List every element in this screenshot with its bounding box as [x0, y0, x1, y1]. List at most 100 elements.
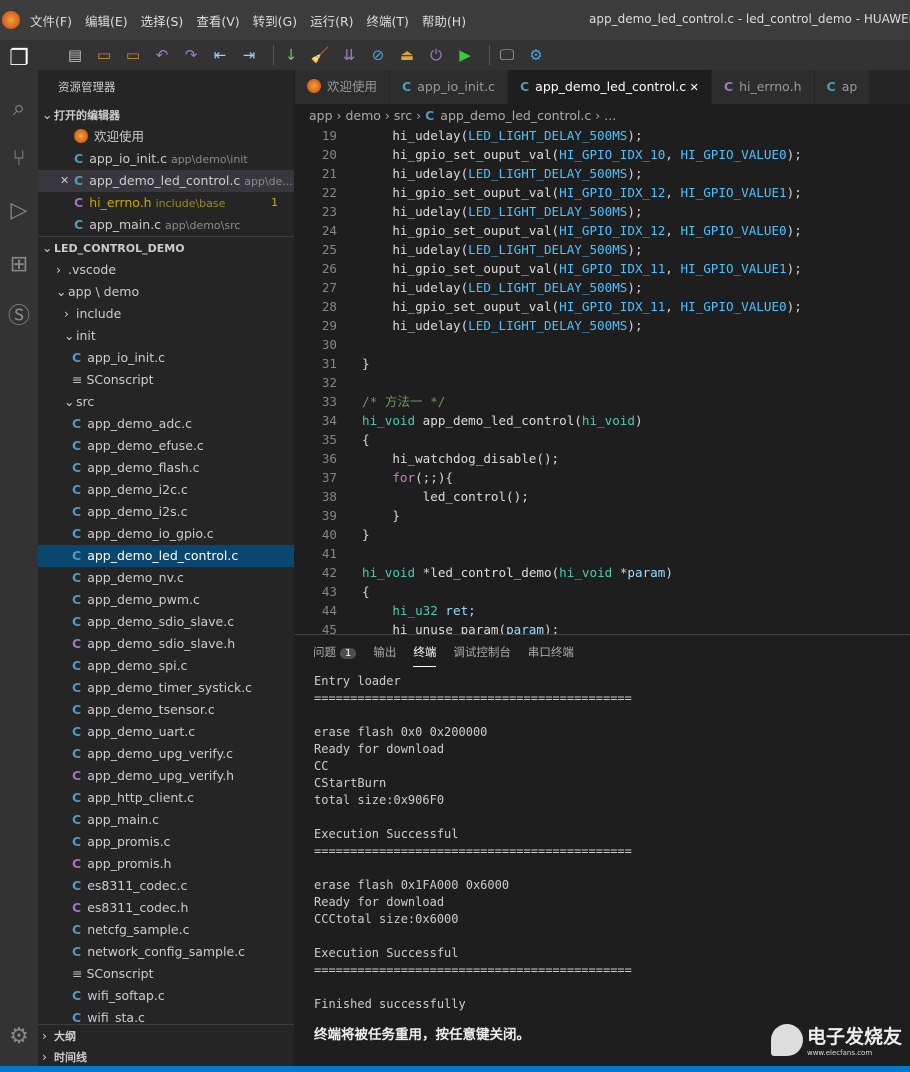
menu-item[interactable]: 运行(R) [310, 11, 353, 30]
extensions-icon[interactable]: ⊞ [4, 250, 34, 280]
close-tab-icon[interactable]: ✕ [686, 81, 699, 94]
tab--[interactable]: 欢迎使用 [295, 70, 391, 104]
export-icon[interactable]: ⇥ [238, 44, 260, 66]
breadcrumb-item[interactable]: app_demo_led_control.c [440, 108, 591, 123]
tree-file[interactable]: Capp_demo_sdio_slave.c [38, 611, 294, 633]
tree-folder[interactable]: ⌄ init [38, 325, 294, 347]
power-icon[interactable]: ⏻ [425, 44, 447, 66]
tree-file[interactable]: Capp_demo_flash.c [38, 457, 294, 479]
tree-folder[interactable]: › include [38, 303, 294, 325]
new-folder-icon[interactable]: ▭ [122, 44, 144, 66]
menu-item[interactable]: 文件(F) [30, 11, 72, 30]
menu-item[interactable]: 编辑(E) [85, 11, 128, 30]
burn-icon[interactable]: ⏏ [396, 44, 418, 66]
new-file-icon[interactable]: ▤ [64, 44, 86, 66]
tree-file[interactable]: Capp_demo_i2c.c [38, 479, 294, 501]
panel-tab[interactable]: 输出 [373, 644, 396, 660]
open-editor-item[interactable]: 欢迎使用 [38, 126, 294, 148]
tree-file[interactable]: Capp_demo_i2s.c [38, 501, 294, 523]
tree-file[interactable]: Capp_main.c [38, 809, 294, 831]
terminal-output[interactable]: Entry loader ============================… [295, 669, 910, 1043]
tree-file[interactable]: Capp_demo_uart.c [38, 721, 294, 743]
open-editor-item[interactable]: Capp_main.c app\demo\src [38, 214, 294, 236]
breadcrumb-item[interactable]: ... [604, 108, 616, 123]
config-gears-icon[interactable]: ⚙ [525, 44, 547, 66]
serial-monitor-icon[interactable]: 🖵 [496, 44, 518, 66]
import-icon[interactable]: ⇤ [209, 44, 231, 66]
tree-folder[interactable]: ⌄ app \ demo [38, 281, 294, 303]
project-header[interactable]: ⌄ LED_CONTROL_DEMO [38, 236, 294, 258]
tree-file[interactable]: Cnetwork_config_sample.c [38, 941, 294, 963]
menu-item[interactable]: 查看(V) [196, 11, 239, 30]
tree-file[interactable]: Capp_demo_pwm.c [38, 589, 294, 611]
tree-file[interactable]: Capp_demo_nv.c [38, 567, 294, 589]
tree-file[interactable]: Capp_http_client.c [38, 787, 294, 809]
tree-folder[interactable]: › .vscode [38, 259, 294, 281]
tab-app-demo-led-control-c[interactable]: Capp_demo_led_control.c ✕ [507, 70, 712, 104]
code-token: HI_GPIO_VALUE0 [680, 299, 787, 314]
open-editors-header[interactable]: ⌄ 打开的编辑器 [38, 104, 294, 126]
line-number: 23 [321, 204, 337, 219]
tab-hi-errno-h[interactable]: Chi_errno.h [711, 70, 815, 104]
menu-item[interactable]: 帮助(H) [422, 11, 466, 30]
clean-icon[interactable]: 🧹 [309, 44, 331, 66]
menu-item[interactable]: 选择(S) [141, 11, 184, 30]
rebuild-icon[interactable]: ⇊ [338, 44, 360, 66]
tree-file[interactable]: Capp_promis.h [38, 853, 294, 875]
code-editor[interactable]: 19 hi_udelay(LED_LIGHT_DELAY_500MS); 20 h… [295, 126, 910, 634]
source-control-icon[interactable]: ⑂ [4, 144, 34, 174]
outline-section[interactable]: › 大纲 [38, 1024, 294, 1046]
redo-icon[interactable]: ↷ [180, 44, 202, 66]
panel-tab[interactable]: 终端 [413, 644, 437, 667]
open-editor-item[interactable]: ✕ Capp_demo_led_control.c app\de... [38, 170, 294, 192]
open-editor-item[interactable]: Capp_io_init.c app\demo\init [38, 148, 294, 170]
tree-file[interactable]: Ces8311_codec.h [38, 897, 294, 919]
terminal-line: CCCtotal size:0x6000 [314, 912, 459, 926]
code-token: } [362, 527, 370, 542]
run-debug-icon[interactable]: ▷ [4, 196, 34, 226]
line-number: 40 [321, 527, 337, 542]
tree-file[interactable]: ≡ SConscript [38, 963, 294, 985]
run-icon[interactable]: ▶ [454, 44, 476, 66]
tab-ap[interactable]: Cap [814, 70, 871, 104]
build-icon[interactable]: ↓ [280, 44, 302, 66]
breadcrumb-item[interactable]: src [394, 108, 412, 123]
tree-folder[interactable]: ⌄ src [38, 391, 294, 413]
tab-app-io-init-c[interactable]: Capp_io_init.c [390, 70, 508, 104]
tree-file[interactable]: ≡ SConscript [38, 369, 294, 391]
menu-item[interactable]: 转到(G) [253, 11, 297, 30]
open-editor-item[interactable]: Chi_errno.h include\base 1 [38, 192, 294, 214]
explorer-icon[interactable]: ❐ [4, 44, 34, 74]
undo-icon[interactable]: ↶ [151, 44, 173, 66]
code-token: * [415, 565, 431, 580]
tree-file[interactable]: Capp_demo_timer_systick.c [38, 677, 294, 699]
tree-file[interactable]: Capp_demo_sdio_slave.h [38, 633, 294, 655]
tree-file[interactable]: Cnetcfg_sample.c [38, 919, 294, 941]
panel-tab[interactable]: 调试控制台 [453, 644, 511, 660]
menu-item[interactable]: 终端(T) [367, 11, 409, 30]
huawei-plugin-icon[interactable]: Ⓢ [4, 302, 34, 332]
settings-gear-icon[interactable]: ⚙ [4, 1022, 34, 1052]
open-folder-icon[interactable]: ▭ [93, 44, 115, 66]
tree-file[interactable]: Cwifi_softap.c [38, 985, 294, 1007]
panel-tab[interactable]: 串口终端 [528, 644, 574, 660]
tree-file[interactable]: Capp_demo_adc.c [38, 413, 294, 435]
code-line: 38 led_control(); [295, 487, 910, 506]
close-icon[interactable]: ✕ [60, 170, 69, 192]
tree-file[interactable]: Ces8311_codec.c [38, 875, 294, 897]
panel-tab[interactable]: 问题 1 [313, 644, 357, 660]
tree-file[interactable]: Capp_demo_tsensor.c [38, 699, 294, 721]
timeline-section[interactable]: › 时间线 [38, 1046, 294, 1068]
tree-file[interactable]: Capp_demo_spi.c [38, 655, 294, 677]
search-icon[interactable]: ⌕ [4, 94, 34, 124]
tree-file[interactable]: Capp_demo_efuse.c [38, 435, 294, 457]
tree-file[interactable]: Capp_promis.c [38, 831, 294, 853]
tree-file[interactable]: Capp_demo_led_control.c [38, 545, 294, 567]
breadcrumb-item[interactable]: app [309, 108, 333, 123]
tree-file[interactable]: Capp_demo_upg_verify.c [38, 743, 294, 765]
tree-file[interactable]: Capp_demo_io_gpio.c [38, 523, 294, 545]
breadcrumb-item[interactable]: demo [345, 108, 380, 123]
tree-file[interactable]: Capp_demo_upg_verify.h [38, 765, 294, 787]
stop-icon[interactable]: ⊘ [367, 44, 389, 66]
tree-file[interactable]: Capp_io_init.c [38, 347, 294, 369]
